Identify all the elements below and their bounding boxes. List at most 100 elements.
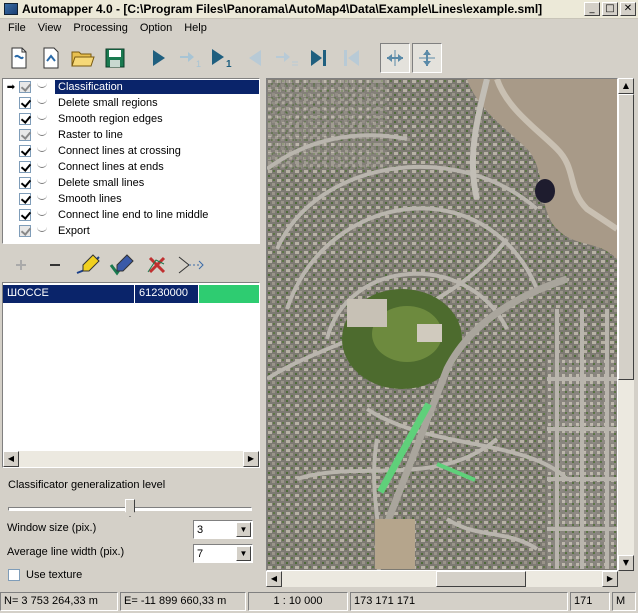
step-back-button[interactable] — [240, 43, 270, 73]
edit-line-button[interactable] — [106, 250, 140, 280]
step-checkbox[interactable] — [19, 81, 31, 93]
open-folder-button[interactable] — [68, 43, 98, 73]
status-northing: N= 3 753 264,33 m — [0, 592, 118, 611]
window-size-combo[interactable]: 3 ▼ — [193, 520, 253, 539]
tree-item[interactable]: Connect lines at crossing — [3, 143, 259, 159]
generalization-slider-thumb[interactable] — [125, 499, 135, 517]
generalization-label: Classificator generalization level — [8, 479, 166, 491]
open-document-button[interactable] — [36, 43, 66, 73]
step-bullet-icon — [37, 98, 47, 104]
menu-file[interactable]: File — [2, 22, 32, 34]
step-checkbox[interactable] — [19, 145, 31, 157]
step-bullet-icon — [37, 146, 47, 152]
new-document-icon — [11, 47, 27, 69]
map-vertical-scrollbar[interactable]: ▲ ▼ — [618, 78, 634, 571]
scroll-left-icon[interactable]: ◀ — [266, 571, 282, 587]
minimize-button[interactable]: _ — [584, 2, 600, 16]
menu-help[interactable]: Help — [178, 22, 213, 34]
close-button[interactable]: ✕ — [620, 2, 636, 16]
tree-item-label: Delete small lines — [58, 177, 145, 189]
tree-item[interactable]: Raster to line — [3, 127, 259, 143]
menu-option[interactable]: Option — [134, 22, 178, 34]
step-checkbox[interactable] — [19, 161, 31, 173]
map-view[interactable] — [266, 78, 618, 571]
tree-item[interactable]: Delete small lines — [3, 175, 259, 191]
use-texture-option[interactable]: Use texture — [8, 569, 82, 581]
tree-item[interactable]: ➡ Classification — [3, 79, 259, 95]
menu-view[interactable]: View — [32, 22, 68, 34]
tree-item-label: Connect lines at ends — [58, 161, 164, 173]
scroll-right-icon[interactable]: ▶ — [602, 571, 618, 587]
main-toolbar: 1 1 — [0, 40, 638, 76]
run-button[interactable] — [144, 43, 174, 73]
skip-to-start-icon — [344, 50, 359, 66]
chevron-down-icon[interactable]: ▼ — [236, 522, 251, 537]
vertical-scroll-thumb[interactable] — [618, 94, 634, 380]
delete-object-button[interactable] — [140, 250, 174, 280]
tree-item-label: Classification — [55, 80, 259, 94]
horizontal-scroll-thumb[interactable] — [436, 571, 526, 587]
list-item[interactable]: ШОССЕ 61230000 — [3, 285, 259, 303]
step-bullet-icon — [37, 114, 47, 120]
add-button[interactable] — [4, 250, 38, 280]
tree-item[interactable]: Delete small regions — [3, 95, 259, 111]
scroll-up-icon[interactable]: ▲ — [618, 78, 634, 94]
play-step-button[interactable]: 1 — [208, 43, 238, 73]
line-width-combo[interactable]: 7 ▼ — [193, 544, 253, 563]
map-horizontal-scrollbar[interactable]: ◀ ▶ — [266, 571, 618, 587]
new-document-button[interactable] — [4, 43, 34, 73]
step-checkbox[interactable] — [19, 225, 31, 237]
scroll-down-icon[interactable]: ▼ — [618, 555, 634, 571]
draw-line-button[interactable] — [72, 250, 106, 280]
step-forward-1-icon: 1 — [180, 52, 201, 68]
aerial-image — [267, 79, 617, 570]
connect-lines-button[interactable] — [174, 250, 208, 280]
maximize-button[interactable]: □ — [602, 2, 618, 16]
chevron-down-icon[interactable]: ▼ — [236, 546, 251, 561]
step-forward-button[interactable]: 1 — [176, 43, 206, 73]
skip-to-start-button[interactable] — [336, 43, 366, 73]
tree-item-label: Smooth lines — [58, 193, 122, 205]
tree-item[interactable]: Connect lines at ends — [3, 159, 259, 175]
menu-processing[interactable]: Processing — [67, 22, 133, 34]
tree-item[interactable]: Smooth lines — [3, 191, 259, 207]
list-horizontal-scrollbar[interactable]: ◀ ▶ — [3, 451, 259, 467]
pen-check-icon — [109, 254, 134, 276]
tree-item-label: Export — [58, 225, 90, 237]
run-to-end-button[interactable] — [304, 43, 334, 73]
step-checkbox[interactable] — [19, 209, 31, 221]
status-bar: N= 3 753 264,33 m E= -11 899 660,33 m 1 … — [0, 592, 638, 613]
step-1-label: 1 — [196, 59, 201, 68]
open-folder-icon — [71, 51, 95, 67]
fit-vertical-button[interactable] — [412, 43, 442, 73]
step-list-button[interactable] — [272, 43, 302, 73]
connect-arrow-icon — [178, 256, 204, 274]
remove-button[interactable] — [38, 250, 72, 280]
status-zoom: 171 — [570, 592, 610, 611]
step-bullet-icon — [37, 194, 47, 200]
layer-toolbar — [2, 248, 260, 282]
tree-item-label: Delete small regions — [58, 97, 158, 109]
step-2-label: 1 — [226, 59, 232, 68]
scroll-left-icon[interactable]: ◀ — [3, 451, 19, 467]
tree-item[interactable]: Connect line end to line middle — [3, 207, 259, 223]
step-bullet-icon — [37, 210, 47, 216]
step-checkbox[interactable] — [19, 97, 31, 109]
horizontal-arrows-icon — [387, 50, 403, 66]
line-width-label: Average line width (pix.) — [7, 546, 125, 558]
tree-item-label: Smooth region edges — [58, 113, 163, 125]
scroll-right-icon[interactable]: ▶ — [243, 451, 259, 467]
step-checkbox[interactable] — [19, 129, 31, 141]
title-bar: Automapper 4.0 - [C:\Program Files\Panor… — [0, 0, 638, 19]
app-icon — [4, 3, 18, 15]
save-button[interactable] — [100, 43, 130, 73]
step-checkbox[interactable] — [19, 193, 31, 205]
fit-horizontal-button[interactable] — [380, 43, 410, 73]
step-bullet-icon — [37, 226, 47, 232]
step-checkbox[interactable] — [19, 113, 31, 125]
step-checkbox[interactable] — [19, 177, 31, 189]
tree-item[interactable]: Smooth region edges — [3, 111, 259, 127]
use-texture-label: Use texture — [26, 569, 83, 581]
tree-item[interactable]: Export — [3, 223, 259, 239]
use-texture-checkbox[interactable] — [8, 569, 20, 581]
